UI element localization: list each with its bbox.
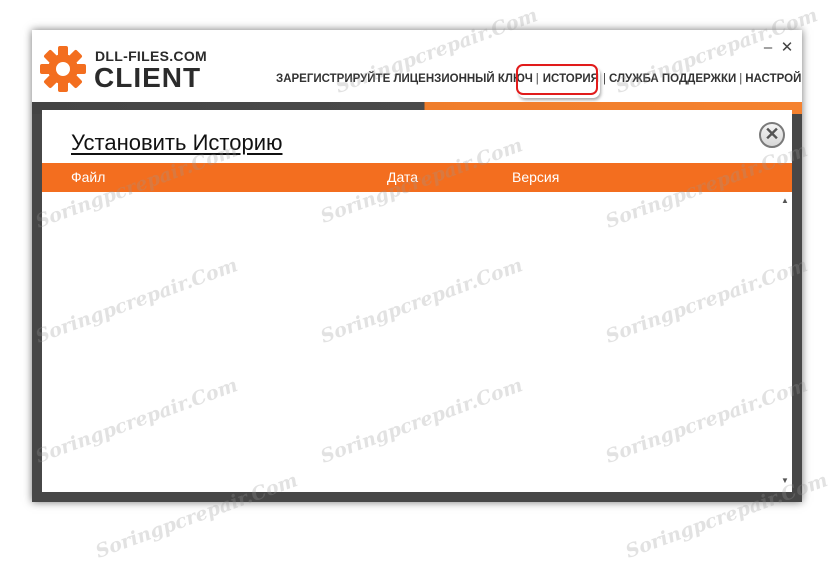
nav-separator: | bbox=[739, 73, 743, 85]
column-header-date[interactable]: Дата bbox=[387, 169, 418, 185]
history-highlight-box bbox=[516, 64, 598, 95]
vertical-scrollbar[interactable]: ▲ ▼ bbox=[778, 192, 792, 492]
column-header-version[interactable]: Версия bbox=[512, 169, 559, 185]
nav-support[interactable]: СЛУЖБА ПОДДЕРЖКИ bbox=[609, 73, 736, 85]
minimize-button[interactable]: – bbox=[760, 40, 776, 56]
column-header-file[interactable]: Файл bbox=[71, 169, 105, 185]
table-header: Файл Дата Версия bbox=[42, 163, 792, 192]
install-history-dialog: Установить Историю ✕ Файл Дата Версия ▲ … bbox=[42, 110, 792, 492]
window-close-button[interactable]: ✕ bbox=[779, 40, 795, 56]
chevron-up-icon[interactable]: ▲ bbox=[781, 196, 789, 205]
dialog-title: Установить Историю bbox=[71, 130, 283, 155]
nav-register-license[interactable]: ЗАРЕГИСТРИРУЙТЕ ЛИЦЕНЗИОННЫЙ КЛЮЧ bbox=[276, 73, 533, 85]
logo-text-bottom: CLIENT bbox=[94, 62, 202, 93]
nav-separator: | bbox=[602, 73, 606, 85]
title-bar: DLL-FILES.COM CLIENT – ✕ ЗАРЕГИСТРИРУЙТЕ… bbox=[32, 30, 802, 102]
close-icon[interactable]: ✕ bbox=[759, 122, 785, 148]
nav-settings[interactable]: НАСТРОЙКИ bbox=[745, 73, 802, 85]
app-window: DLL-FILES.COM CLIENT – ✕ ЗАРЕГИСТРИРУЙТЕ… bbox=[32, 30, 802, 502]
chevron-down-icon[interactable]: ▼ bbox=[781, 476, 789, 485]
history-table-body bbox=[42, 192, 792, 492]
gear-icon bbox=[40, 46, 86, 92]
